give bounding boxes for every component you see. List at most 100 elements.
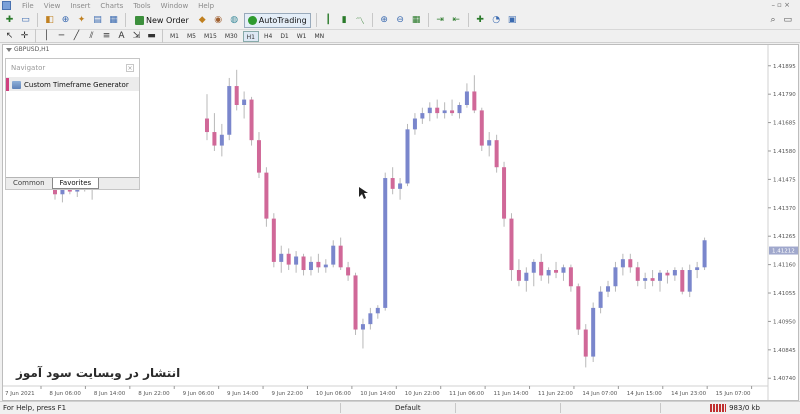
bull-candle [695,267,700,271]
timeframe-w1[interactable]: W1 [294,31,310,42]
connection-status[interactable]: 983/0 kb [710,404,760,412]
bull-candle [531,261,536,273]
text-icon[interactable]: A [115,31,128,41]
periods-icon[interactable]: ◔ [490,14,503,27]
bull-candle [658,272,663,281]
tile-windows-icon[interactable]: ▦ [410,14,423,27]
toolbar-divider [467,13,469,27]
market-watch-icon[interactable]: ◧ [43,14,56,27]
toolbar-divider [371,13,373,27]
menu-bar: File View Insert Charts Tools Window Hel… [0,0,800,11]
menu-charts[interactable]: Charts [95,2,128,10]
indicators-icon[interactable]: ✚ [474,14,487,27]
crosshair-icon[interactable]: ✛ [18,31,31,41]
time-tick-label: 15 Jun 07:00 [716,391,751,397]
navigator-item-custom-timeframe-generator[interactable]: Custom Timeframe Generator [6,78,139,91]
bear-candle [286,253,291,265]
zoom-out-icon[interactable]: ⊖ [394,14,407,27]
bull-candle [227,86,232,135]
bear-candle [204,118,209,133]
time-tick-label: 8 Jun 06:00 [49,391,81,397]
price-tick-label: 1.41790 [773,92,796,98]
bear-candle [316,261,321,268]
line-chart-icon[interactable]: 〽 [354,14,367,27]
close-icon[interactable]: × [126,64,134,72]
watermark-text: انتشار در وبسایت سود آموز [16,366,181,380]
new-chart-icon[interactable]: ✚ [3,14,16,27]
chart-title: GBPUSD,H1 [6,46,49,53]
menu-help[interactable]: Help [193,2,219,10]
terminal-app: File View Insert Charts Tools Window Hel… [0,0,800,414]
time-tick-label: 11 Jun 06:00 [449,391,484,397]
bear-candle [539,261,544,276]
templates-icon[interactable]: ▣ [506,14,519,27]
autotrading-button[interactable]: AutoTrading [243,12,311,28]
bear-candle [256,140,261,173]
candlestick-icon[interactable]: ▮ [338,14,351,27]
timeframe-mn[interactable]: MN [312,31,328,42]
data-window-icon[interactable]: ⊕ [59,14,72,27]
time-tick-label: 8 Jun 22:00 [138,391,170,397]
market-icon[interactable]: ◍ [228,14,241,27]
arrows-icon[interactable]: ⇲ [130,31,143,41]
window-controls[interactable]: – ▫ × [771,1,790,9]
bull-candle [464,91,469,105]
new-order-button[interactable]: New Order [131,13,193,28]
bull-candle [398,183,403,189]
menu-tools[interactable]: Tools [128,2,155,10]
toolbar-divider [427,13,429,27]
terminal-icon[interactable]: ▤ [91,14,104,27]
timeframe-m1[interactable]: M1 [167,31,182,42]
price-tick-label: 1.41475 [773,177,796,183]
timeframe-m15[interactable]: M15 [201,31,220,42]
horizontal-line-icon[interactable]: ─ [55,31,68,41]
channel-icon[interactable]: ⫽ [85,31,98,41]
bull-candle [331,245,336,265]
menu-insert[interactable]: Insert [65,2,95,10]
timeframe-m30[interactable]: M30 [222,31,241,42]
bull-candle [242,99,247,105]
bull-candle [412,118,417,130]
bull-candle [643,278,648,281]
bull-candle [308,261,313,271]
profiles-icon[interactable]: ▭ [19,14,32,27]
chat-icon[interactable]: ▭ [783,15,792,25]
time-tick-label: 9 Jun 14:00 [227,391,259,397]
search-icon[interactable]: ⌕ [770,15,775,25]
timeframe-m5[interactable]: M5 [184,31,199,42]
price-tick-label: 1.41895 [773,64,796,70]
time-tick-label: 14 Jun 23:00 [671,391,706,397]
trendline-icon[interactable]: ╱ [70,31,83,41]
metaeditor-icon[interactable]: ◆ [196,14,209,27]
timeframe-d1[interactable]: D1 [277,31,291,42]
bar-chart-icon[interactable]: ┃ [322,14,335,27]
selection-marker [6,78,9,91]
signals-icon[interactable]: ◉ [212,14,225,27]
toolbar-divider [125,13,126,27]
navigator-icon[interactable]: ✦ [75,14,88,27]
timeframe-h1[interactable]: H1 [242,30,259,42]
status-profile: Default [395,404,421,412]
cursor-icon[interactable]: ↖ [3,31,16,41]
toolbar-right: ⌕ ▭ [770,15,792,25]
autoscroll-icon[interactable]: ⇥ [434,14,447,27]
strategy-tester-icon[interactable]: ▦ [107,14,120,27]
label-icon[interactable]: ▬ [145,31,158,41]
app-icon [2,1,11,10]
standard-toolbar: ✚ ▭ ◧ ⊕ ✦ ▤ ▦ New Order ◆ ◉ ◍ AutoTradin… [0,11,800,30]
menu-file[interactable]: File [17,2,39,10]
menu-window[interactable]: Window [156,2,194,10]
chart-shift-icon[interactable]: ⇤ [450,14,463,27]
timeframe-h4[interactable]: H4 [261,31,275,42]
tab-common[interactable]: Common [6,178,52,189]
fibonacci-icon[interactable]: ≡ [100,31,113,41]
tab-favorites[interactable]: Favorites [51,178,100,189]
zoom-in-icon[interactable]: ⊕ [378,14,391,27]
mouse-cursor-icon [359,187,368,199]
menu-view[interactable]: View [39,2,66,10]
bear-candle [554,270,559,273]
bear-candle [650,278,655,281]
connection-traffic-label: 983/0 kb [729,404,760,412]
vertical-line-icon[interactable]: │ [40,31,53,41]
bull-candle [294,256,299,265]
